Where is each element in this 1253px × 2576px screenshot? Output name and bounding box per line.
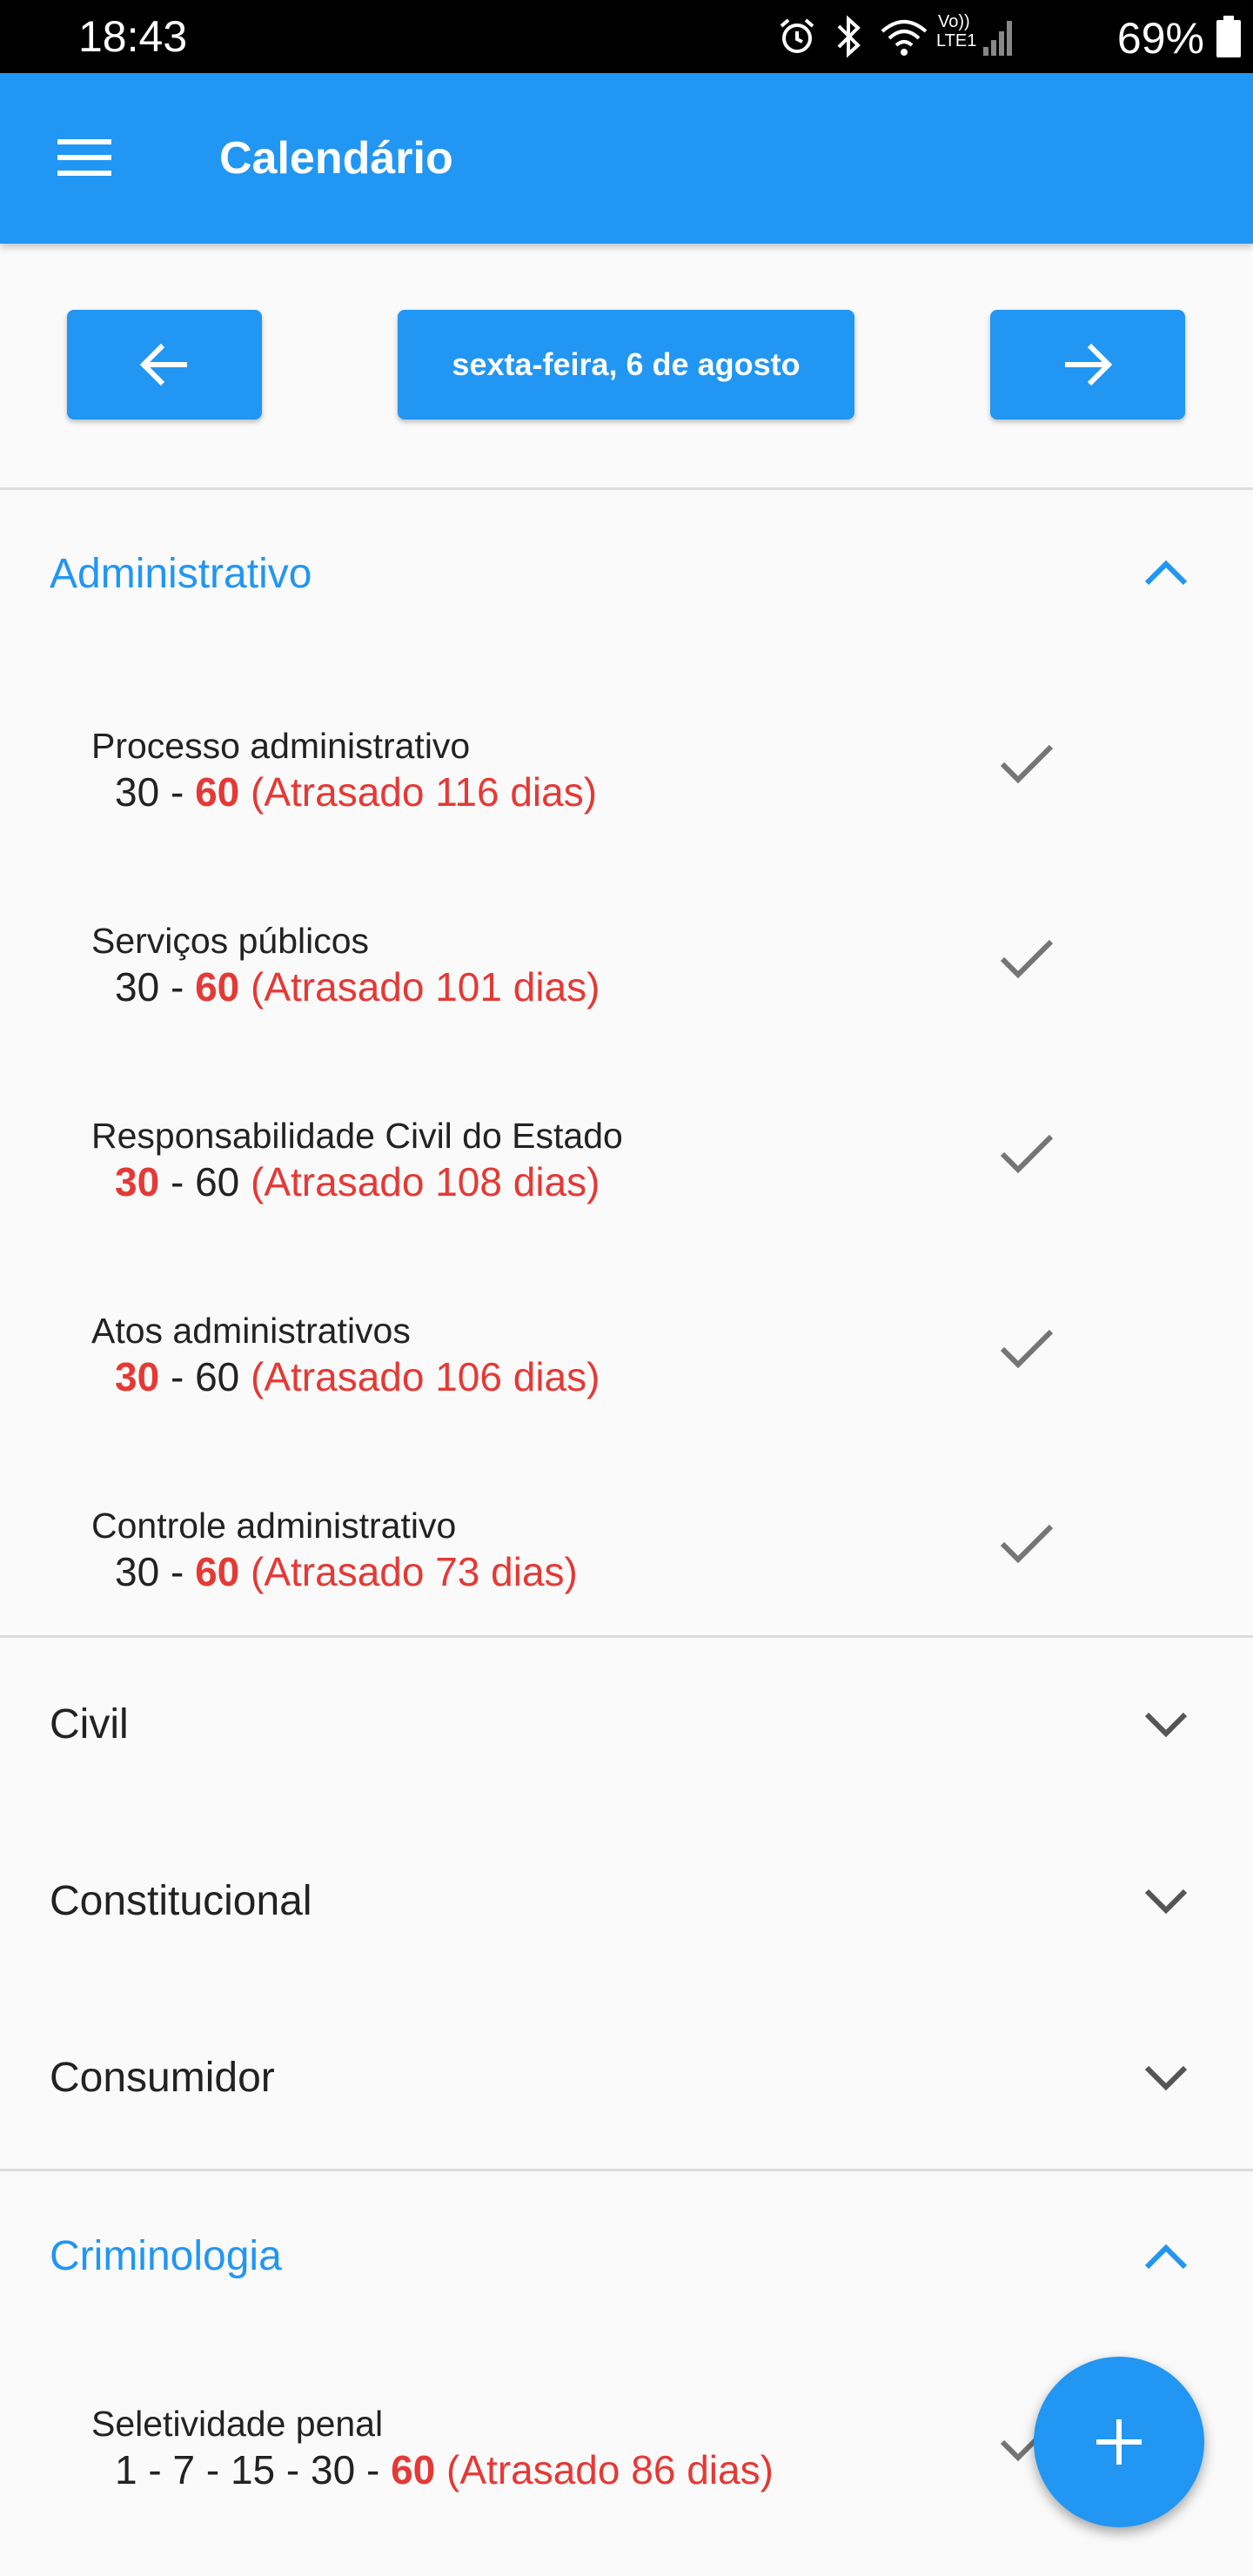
plus-icon	[1096, 2419, 1142, 2465]
schedule-part: 30	[115, 964, 160, 1010]
schedule-part: 15	[230, 2447, 276, 2492]
status-icons: Vo)) LTE1 69%	[766, 9, 1253, 64]
schedule-part: 60	[195, 1159, 240, 1204]
next-day-button[interactable]	[990, 310, 1185, 419]
arrow-left-icon	[139, 343, 187, 386]
status-bar: 18:43 Vo)) LTE1 69%	[0, 0, 1253, 73]
section-title: Constitucional	[50, 1878, 312, 1924]
item-name: Seletividade penal	[91, 2404, 384, 2444]
item-name: Serviços públicos	[91, 921, 370, 961]
status-time: 18:43	[78, 12, 188, 61]
check-icon[interactable]	[999, 936, 1055, 982]
chevron-down-icon	[1144, 1712, 1188, 1738]
volte-label: Vo))	[938, 12, 970, 31]
section-civil-header[interactable]: Civil	[0, 1638, 1253, 1812]
list-item[interactable]: Responsabilidade Civil do Estado 30 - 60…	[0, 1077, 1253, 1251]
check-icon[interactable]	[999, 741, 1055, 787]
lte-label: LTE1	[936, 31, 977, 50]
chevron-down-icon	[1144, 1888, 1188, 1915]
section-administrativo-header[interactable]: Administrativo	[0, 487, 1253, 661]
schedule-part: 1	[115, 2447, 137, 2492]
section-consumidor-header[interactable]: Consumidor	[0, 1991, 1253, 2165]
item-schedule: 30 - 60 (Atrasado 73 dias)	[115, 1549, 578, 1594]
app-bar: Calendário	[0, 73, 1253, 244]
item-schedule: 30 - 60 (Atrasado 106 dias)	[115, 1354, 600, 1399]
item-schedule: 30 - 60 (Atrasado 116 dias)	[115, 769, 598, 815]
battery-percent: 69%	[1116, 14, 1204, 63]
schedule-part: 60	[195, 1354, 240, 1399]
menu-icon[interactable]	[45, 127, 124, 188]
schedule-part: 7	[172, 2447, 196, 2492]
schedule-part: 30	[115, 1549, 160, 1594]
check-icon[interactable]	[999, 1131, 1055, 1177]
list-item[interactable]: Serviços públicos 30 - 60 (Atrasado 101 …	[0, 882, 1253, 1057]
item-name: Atos administrativos	[91, 1311, 411, 1351]
item-name: Controle administrativo	[91, 1506, 457, 1546]
chevron-down-icon	[1144, 2065, 1188, 2091]
schedule-part-current: 60	[391, 2447, 436, 2492]
item-schedule: 1 - 7 - 15 - 30 - 60 (Atrasado 86 dias)	[115, 2447, 774, 2492]
list-item[interactable]: Processo administrativo 30 - 60 (Atrasad…	[0, 688, 1253, 862]
chevron-up-icon	[1144, 560, 1188, 586]
item-schedule: 30 - 60 (Atrasado 101 dias)	[115, 964, 600, 1010]
current-date-button[interactable]: sexta-feira, 6 de agosto	[398, 310, 854, 419]
schedule-part-current: 60	[195, 1549, 240, 1594]
overdue-label: (Atrasado 116 dias)	[251, 769, 598, 815]
wifi-icon	[881, 20, 928, 56]
schedule-part-current: 60	[195, 769, 240, 815]
overdue-label: (Atrasado 73 dias)	[251, 1549, 578, 1594]
section-title: Criminologia	[50, 2233, 282, 2279]
list-item[interactable]: Controle administrativo 30 - 60 (Atrasad…	[0, 1467, 1253, 1641]
arrow-right-icon	[1065, 343, 1113, 386]
battery-icon	[1216, 16, 1241, 57]
overdue-label: (Atrasado 101 dias)	[251, 964, 600, 1010]
item-name: Processo administrativo	[91, 726, 471, 766]
item-schedule: 30 - 60 (Atrasado 108 dias)	[115, 1159, 600, 1204]
section-constitucional-header[interactable]: Constitucional	[0, 1815, 1253, 1989]
previous-day-button[interactable]	[67, 310, 262, 419]
add-button[interactable]	[1034, 2357, 1204, 2527]
schedule-part: 30	[115, 769, 160, 815]
chevron-up-icon	[1144, 2244, 1188, 2270]
schedule-part-current: 30	[115, 1354, 160, 1399]
schedule-part: 30	[311, 2447, 356, 2492]
page-title: Calendário	[219, 133, 453, 184]
check-icon[interactable]	[999, 1521, 1055, 1566]
overdue-label: (Atrasado 108 dias)	[251, 1159, 600, 1204]
section-title: Civil	[50, 1701, 129, 1748]
overdue-label: (Atrasado 86 dias)	[446, 2447, 774, 2492]
schedule-part-current: 60	[195, 964, 240, 1010]
bluetooth-icon	[837, 15, 861, 58]
signal-icon	[983, 21, 1012, 56]
item-name: Responsabilidade Civil do Estado	[91, 1116, 623, 1156]
check-icon[interactable]	[999, 1326, 1055, 1372]
section-title: Consumidor	[50, 2055, 275, 2101]
schedule-part-current: 30	[115, 1159, 160, 1204]
section-title: Administrativo	[50, 551, 312, 597]
current-date-label: sexta-feira, 6 de agosto	[452, 346, 801, 382]
section-criminologia-header[interactable]: Criminologia	[0, 2171, 1253, 2345]
alarm-icon	[780, 18, 814, 53]
overdue-label: (Atrasado 106 dias)	[251, 1354, 600, 1399]
list-item[interactable]: Atos administrativos 30 - 60 (Atrasado 1…	[0, 1272, 1253, 1446]
